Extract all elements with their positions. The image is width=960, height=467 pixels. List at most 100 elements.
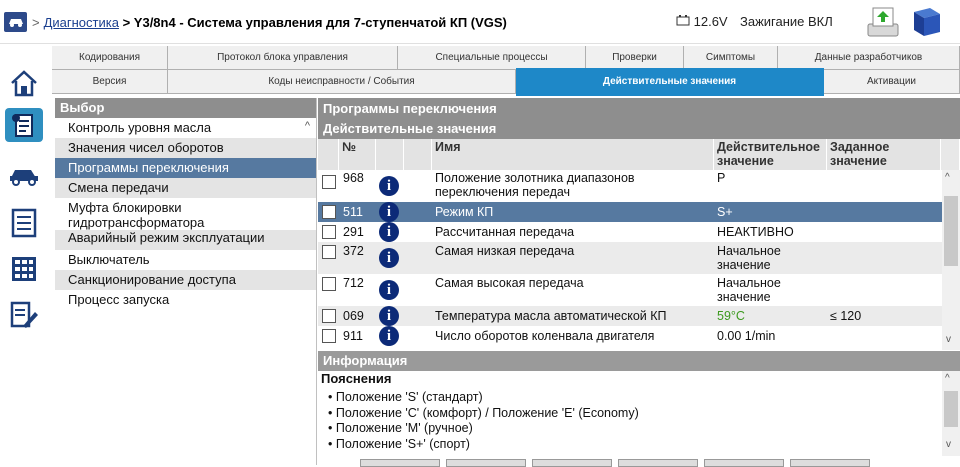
row-actual-value: S+ bbox=[717, 205, 733, 219]
col-header-actual[interactable]: Действительное значение bbox=[714, 139, 827, 170]
table-row[interactable]: 511 i Режим КП S+ bbox=[318, 202, 942, 222]
info-list-item: • Положение 'S' (стандарт) bbox=[328, 390, 483, 404]
values-pane: Программы переключения Действительные зн… bbox=[318, 98, 960, 465]
table-scrollbar[interactable]: ^ v bbox=[942, 170, 960, 350]
control-unit-icon[interactable] bbox=[5, 108, 43, 142]
table-row[interactable]: 372 i Самая низкая передача Начальное зн… bbox=[318, 242, 942, 274]
info-icon[interactable]: i bbox=[379, 280, 399, 300]
list-item-switch[interactable]: Выключатель bbox=[55, 250, 316, 270]
bottom-button[interactable] bbox=[360, 459, 440, 467]
row-checkbox[interactable] bbox=[322, 205, 336, 219]
bottom-button[interactable] bbox=[446, 459, 526, 467]
tab-symptoms[interactable]: Симптомы bbox=[684, 46, 778, 70]
row-checkbox[interactable] bbox=[322, 309, 336, 323]
grid-icon[interactable] bbox=[5, 252, 43, 286]
table-row[interactable]: 712 i Самая высокая передача Начальное з… bbox=[318, 274, 942, 306]
tab-activations[interactable]: Активации bbox=[824, 70, 960, 94]
list-item-shift-programs[interactable]: Программы переключения bbox=[55, 158, 316, 178]
list-icon[interactable] bbox=[5, 206, 43, 240]
row-actual-value: НЕАКТИВНО bbox=[717, 225, 794, 239]
breadcrumb-separator: > bbox=[32, 15, 40, 30]
bottom-button[interactable] bbox=[532, 459, 612, 467]
tab-special-procedures[interactable]: Специальные процессы bbox=[398, 46, 586, 70]
breadcrumb-link-diagnostics[interactable]: Диагностика bbox=[44, 15, 119, 30]
info-icon[interactable]: i bbox=[379, 202, 399, 222]
info-icon[interactable]: i bbox=[379, 326, 399, 346]
tab-control-unit-log[interactable]: Протокол блока управления bbox=[168, 46, 398, 70]
list-item-gear-change[interactable]: Смена передачи bbox=[55, 178, 316, 198]
row-actual-value: 59°C bbox=[717, 309, 745, 323]
row-actual-value: Начальное значение bbox=[717, 244, 781, 272]
list-item-oil-level[interactable]: Контроль уровня масла bbox=[55, 118, 316, 138]
list-item-torque-converter-clutch[interactable]: Муфта блокировки гидротрансформатора bbox=[55, 198, 316, 230]
chevron-up-icon[interactable]: ^ bbox=[305, 120, 310, 132]
row-name: Самая низкая передача bbox=[435, 244, 575, 258]
row-number: 712 bbox=[343, 276, 364, 290]
row-name: Температура масла автоматической КП bbox=[435, 309, 667, 323]
tab-checks[interactable]: Проверки bbox=[586, 46, 684, 70]
list-item-startup-process[interactable]: Процесс запуска bbox=[55, 290, 316, 310]
voltage-indicator: 12.6V bbox=[676, 14, 728, 29]
tab-bar: Кодирования Протокол блока управления Сп… bbox=[52, 44, 960, 96]
info-panel-header: Информация bbox=[318, 351, 960, 371]
row-name: Положение золотника диапазонов переключе… bbox=[435, 171, 635, 199]
info-list-item: • Положение 'C' (комфорт) / Положение 'E… bbox=[328, 405, 639, 420]
row-name: Число оборотов коленвала двигателя bbox=[435, 329, 655, 343]
edit-tools-icon[interactable] bbox=[5, 298, 43, 332]
info-icon[interactable]: i bbox=[379, 222, 399, 242]
tab-codings[interactable]: Кодирования bbox=[52, 46, 168, 70]
tab-developer-data[interactable]: Данные разработчиков bbox=[778, 46, 960, 70]
scroll-up-icon[interactable]: ^ bbox=[945, 373, 950, 384]
col-header-target[interactable]: Заданное значение bbox=[827, 139, 941, 170]
scroll-down-icon[interactable]: v bbox=[946, 439, 951, 450]
scroll-up-icon[interactable]: ^ bbox=[945, 172, 950, 183]
table-row[interactable]: 911 i Число оборотов коленвала двигателя… bbox=[318, 326, 942, 346]
bottom-button[interactable] bbox=[790, 459, 870, 467]
info-icon[interactable]: i bbox=[379, 176, 399, 196]
row-name: Режим КП bbox=[435, 205, 494, 219]
breadcrumb-current: > Y3/8n4 - Система управления для 7-ступ… bbox=[122, 15, 507, 30]
bottom-button[interactable] bbox=[618, 459, 698, 467]
row-checkbox[interactable] bbox=[322, 225, 336, 239]
info-icon[interactable]: i bbox=[379, 306, 399, 326]
tab-actual-values[interactable]: Действительные значения bbox=[516, 68, 824, 96]
voltage-value: 12.6V bbox=[693, 14, 728, 29]
row-target-value: ≤ 120 bbox=[830, 309, 862, 323]
table-row[interactable]: 291 i Рассчитанная передача НЕАКТИВНО bbox=[318, 222, 942, 242]
scroll-thumb[interactable] bbox=[944, 196, 958, 266]
info-list-item: • Положение 'M' (ручное) bbox=[328, 421, 473, 435]
row-number: 911 bbox=[343, 329, 363, 343]
row-number: 291 bbox=[343, 225, 364, 239]
car-logo-icon[interactable] bbox=[4, 12, 27, 32]
info-scrollbar[interactable]: ^ v bbox=[942, 371, 960, 456]
print-export-icon[interactable] bbox=[866, 6, 900, 38]
selection-pane: Выбор Контроль уровня масла Значения чис… bbox=[55, 98, 317, 465]
selection-header: Выбор bbox=[55, 98, 316, 118]
row-checkbox[interactable] bbox=[322, 245, 336, 259]
row-actual-value: Начальное значение bbox=[717, 276, 781, 304]
row-actual-value: P bbox=[717, 171, 726, 185]
vehicle-icon[interactable] bbox=[5, 158, 43, 192]
tab-version[interactable]: Версия bbox=[52, 70, 168, 94]
col-header-number[interactable]: № bbox=[339, 139, 376, 170]
list-item-access-authorization[interactable]: Санкционирование доступа bbox=[55, 270, 316, 290]
table-row[interactable]: 968 i Положение золотника диапазонов пер… bbox=[318, 170, 942, 202]
row-checkbox[interactable] bbox=[322, 175, 336, 189]
info-icon[interactable]: i bbox=[379, 248, 399, 268]
col-header-name[interactable]: Имя bbox=[432, 139, 714, 170]
home-icon[interactable] bbox=[5, 66, 43, 100]
tab-fault-codes[interactable]: Коды неисправности / События bbox=[168, 70, 516, 94]
manual-book-icon[interactable] bbox=[910, 6, 944, 38]
row-checkbox[interactable] bbox=[322, 329, 336, 343]
bottom-button[interactable] bbox=[704, 459, 784, 467]
row-checkbox[interactable] bbox=[322, 277, 336, 291]
row-name: Рассчитанная передача bbox=[435, 225, 575, 239]
scroll-down-icon[interactable]: v bbox=[946, 334, 951, 345]
table-row[interactable]: 069 i Температура масла автоматической К… bbox=[318, 306, 942, 326]
row-number: 372 bbox=[343, 244, 364, 258]
info-panel-heading: Пояснения bbox=[321, 371, 392, 386]
list-item-emergency-mode[interactable]: Аварийный режим эксплуатации bbox=[55, 230, 316, 250]
scroll-thumb[interactable] bbox=[944, 391, 958, 427]
section-title: Программы переключения bbox=[318, 98, 960, 119]
list-item-rpm-values[interactable]: Значения чисел оборотов bbox=[55, 138, 316, 158]
